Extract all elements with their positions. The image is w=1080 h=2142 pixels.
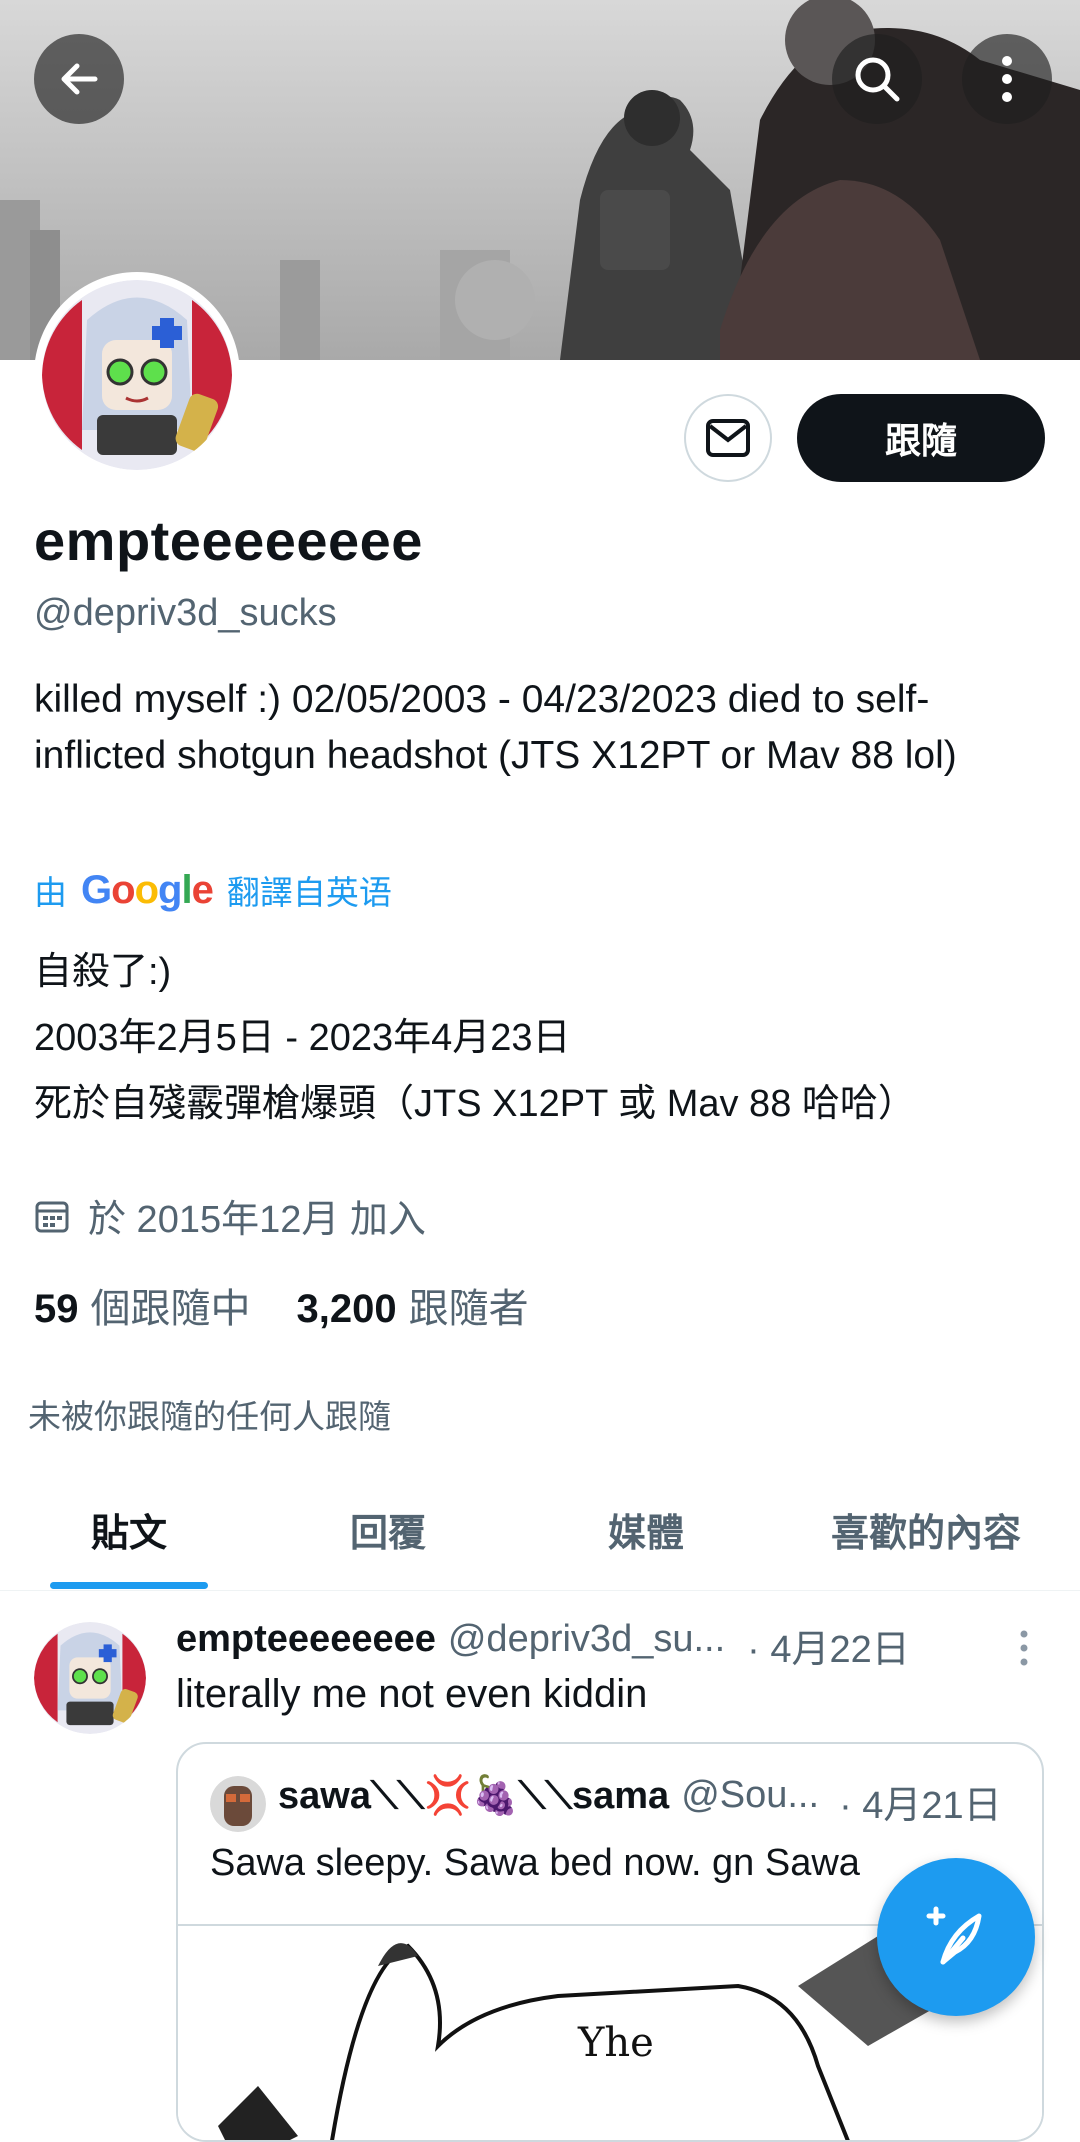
calendar-icon — [35, 1201, 69, 1232]
post-author-name[interactable]: empteeeeeeee — [176, 1618, 436, 1673]
bio-text: killed myself :) 02/05/2003 - 04/23/2023… — [34, 678, 957, 777]
following-label: 個跟隨中 — [90, 1287, 251, 1331]
translated-line: 2003年2月5日 - 2023年4月23日 — [34, 1017, 571, 1059]
quote-avatar — [210, 1776, 266, 1832]
followers-count: 3,200 — [296, 1287, 397, 1331]
svg-text:Yhe: Yhe — [577, 2020, 654, 2066]
following-count: 59 — [34, 1287, 79, 1331]
search-button[interactable] — [832, 34, 922, 124]
translated-line: 自殺了:) — [34, 951, 172, 993]
user-handle: @depriv3d_sucks — [34, 592, 337, 634]
join-date: 於 2015年12月 加入 — [34, 1188, 426, 1243]
compose-icon — [926, 1906, 982, 1965]
tab-posts[interactable]: 貼文 — [50, 1502, 208, 1557]
follow-button[interactable]: 跟隨 — [797, 394, 1045, 482]
translated-line: 死於自殘霰彈槍爆頭（JTS X12PT 或 Mav 88 哈哈） — [34, 1083, 916, 1125]
quote-date: · 4月21日 — [839, 1785, 1002, 1827]
quote-author-handle: @Sou... — [681, 1774, 820, 1816]
avatar-image — [42, 280, 232, 470]
tab-likes[interactable]: 喜歡的內容 — [816, 1502, 1036, 1557]
active-tab-indicator — [50, 1582, 208, 1589]
google-logo: Google — [81, 867, 214, 912]
translate-prefix: 由 — [34, 874, 67, 911]
quote-header: sawa⟍⟍💢🍇⟍⟍sama @Sou... · 4月21日 — [278, 1774, 1002, 1829]
follow-stats: 59 個跟隨中 3,200 跟隨者 — [34, 1276, 529, 1334]
quote-author-name: sawa⟍⟍💢🍇⟍⟍sama — [278, 1775, 670, 1817]
tab-replies[interactable]: 回覆 — [308, 1502, 468, 1557]
translate-attribution[interactable]: 由 Google 翻譯自英语 — [34, 866, 392, 914]
quote-text: Sawa sleepy. Sawa bed now. gn Sawa — [210, 1842, 860, 1884]
translate-suffix: 翻譯自英语 — [226, 874, 392, 911]
followed-by-note: 未被你跟隨的任何人跟隨 — [28, 1398, 391, 1435]
post-author-handle[interactable]: @depriv3d_su... — [448, 1618, 725, 1673]
mail-icon — [706, 419, 750, 457]
tab-divider — [0, 1590, 1080, 1591]
following-link[interactable]: 59 個跟隨中 — [34, 1276, 251, 1334]
tab-media[interactable]: 媒體 — [566, 1502, 726, 1557]
followers-label: 跟隨者 — [408, 1287, 529, 1331]
back-arrow-icon — [61, 63, 98, 95]
more-options-button[interactable] — [962, 34, 1052, 124]
more-vertical-icon — [1002, 56, 1012, 102]
more-vertical-icon — [1020, 1630, 1028, 1666]
post-header: empteeeeeeee @depriv3d_su... · 4月22日 — [176, 1618, 910, 1673]
post-more-button[interactable] — [1010, 1626, 1038, 1675]
avatar-image — [34, 1622, 146, 1734]
message-button[interactable] — [684, 394, 772, 482]
search-icon — [855, 57, 900, 102]
profile-avatar[interactable] — [42, 280, 232, 470]
compose-post-button[interactable] — [877, 1858, 1035, 2016]
post-avatar[interactable] — [34, 1622, 146, 1734]
post-date[interactable]: · 4月22日 — [747, 1618, 910, 1673]
back-button[interactable] — [34, 34, 124, 124]
post-text: literally me not even kiddin — [176, 1672, 648, 1716]
followers-link[interactable]: 3,200 跟隨者 — [297, 1276, 529, 1334]
avatar-image — [210, 1776, 266, 1832]
display-name: empteeeeeeee — [34, 509, 423, 572]
join-date-text: 於 2015年12月 加入 — [88, 1199, 426, 1241]
